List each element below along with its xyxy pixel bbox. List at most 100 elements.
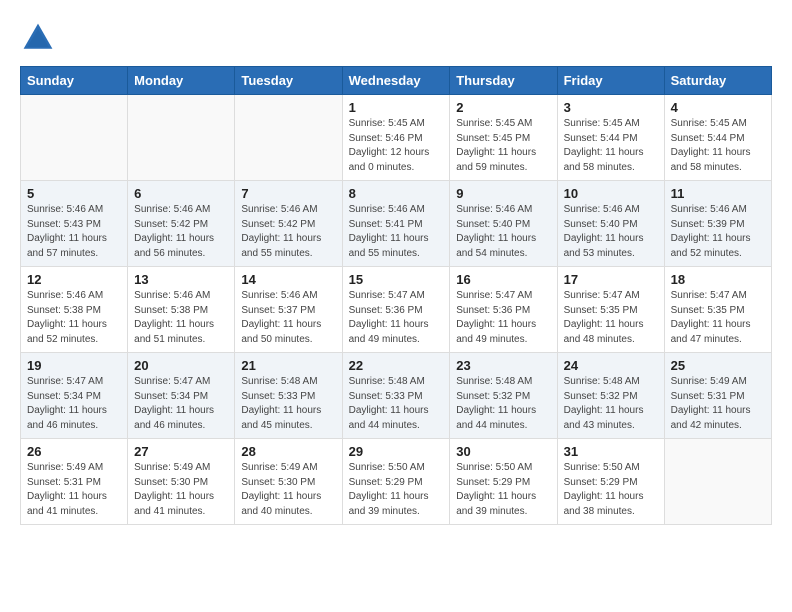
day-number: 1: [349, 100, 444, 115]
calendar-cell: 7 Sunrise: 5:46 AM Sunset: 5:42 PM Daylig…: [235, 181, 342, 267]
calendar-cell: 16 Sunrise: 5:47 AM Sunset: 5:36 PM Dayli…: [450, 267, 557, 353]
day-info: Sunrise: 5:50 AM Sunset: 5:29 PM Dayligh…: [564, 461, 658, 519]
page-header: [20, 20, 772, 56]
day-number: 24: [564, 358, 658, 373]
day-number: 15: [349, 272, 444, 287]
calendar-cell: 27 Sunrise: 5:49 AM Sunset: 5:30 PM Dayli…: [128, 439, 235, 525]
calendar-cell: 20 Sunrise: 5:47 AM Sunset: 5:34 PM Dayli…: [128, 353, 235, 439]
calendar-week-row: 19 Sunrise: 5:47 AM Sunset: 5:34 PM Dayli…: [21, 353, 772, 439]
day-number: 19: [27, 358, 121, 373]
day-info: Sunrise: 5:46 AM Sunset: 5:42 PM Dayligh…: [241, 203, 335, 261]
day-number: 10: [564, 186, 658, 201]
day-number: 16: [456, 272, 550, 287]
calendar-cell: 14Sunrise: 5:46 AM Sunset: 5:37 PM Dayli…: [235, 267, 342, 353]
day-number: 23: [456, 358, 550, 373]
day-info: Sunrise: 5:49 AM Sunset: 5:31 PM Dayligh…: [27, 461, 121, 519]
day-number: 17: [564, 272, 658, 287]
calendar-cell: 31 Sunrise: 5:50 AM Sunset: 5:29 PM Dayli…: [557, 439, 664, 525]
header-wednesday: Wednesday: [342, 67, 450, 95]
day-number: 26: [27, 444, 121, 459]
day-info: Sunrise: 5:50 AM Sunset: 5:29 PM Dayligh…: [349, 461, 444, 519]
calendar-cell: 25 Sunrise: 5:49 AM Sunset: 5:31 PM Dayli…: [664, 353, 771, 439]
day-number: 8: [349, 186, 444, 201]
day-number: 31: [564, 444, 658, 459]
day-info: Sunrise: 5:46 AM Sunset: 5:38 PM Dayligh…: [27, 289, 121, 347]
day-info: Sunrise: 5:48 AM Sunset: 5:33 PM Dayligh…: [349, 375, 444, 433]
day-number: 9: [456, 186, 550, 201]
day-info: Sunrise: 5:46 AM Sunset: 5:41 PM Dayligh…: [349, 203, 444, 261]
calendar-cell: 18 Sunrise: 5:47 AM Sunset: 5:35 PM Dayli…: [664, 267, 771, 353]
day-number: 27: [134, 444, 228, 459]
day-number: 11: [671, 186, 765, 201]
day-info: Sunrise: 5:47 AM Sunset: 5:36 PM Dayligh…: [456, 289, 550, 347]
day-number: 5: [27, 186, 121, 201]
day-info: Sunrise: 5:48 AM Sunset: 5:32 PM Dayligh…: [564, 375, 658, 433]
calendar-cell: 11 Sunrise: 5:46 AM Sunset: 5:39 PM Dayli…: [664, 181, 771, 267]
day-number: 18: [671, 272, 765, 287]
day-info: Sunrise: 5:49 AM Sunset: 5:31 PM Dayligh…: [671, 375, 765, 433]
calendar-cell: 13 Sunrise: 5:46 AM Sunset: 5:38 PM Dayli…: [128, 267, 235, 353]
calendar-week-row: 12 Sunrise: 5:46 AM Sunset: 5:38 PM Dayli…: [21, 267, 772, 353]
day-info: Sunrise: 5:47 AM Sunset: 5:34 PM Dayligh…: [27, 375, 121, 433]
day-info: Sunrise: 5:46 AM Sunset: 5:40 PM Dayligh…: [564, 203, 658, 261]
day-info: Sunrise: 5:45 AM Sunset: 5:46 PM Dayligh…: [349, 117, 444, 175]
calendar-cell: 6Sunrise: 5:46 AM Sunset: 5:42 PM Daylig…: [128, 181, 235, 267]
day-number: 7: [241, 186, 335, 201]
day-number: 2: [456, 100, 550, 115]
header-saturday: Saturday: [664, 67, 771, 95]
day-info: Sunrise: 5:46 AM Sunset: 5:42 PM Dayligh…: [134, 203, 228, 261]
day-number: 12: [27, 272, 121, 287]
day-info: Sunrise: 5:49 AM Sunset: 5:30 PM Dayligh…: [241, 461, 335, 519]
header-sunday: Sunday: [21, 67, 128, 95]
day-number: 28: [241, 444, 335, 459]
calendar-cell: 5Sunrise: 5:46 AM Sunset: 5:43 PM Daylig…: [21, 181, 128, 267]
day-info: Sunrise: 5:49 AM Sunset: 5:30 PM Dayligh…: [134, 461, 228, 519]
logo-icon: [20, 20, 56, 56]
day-info: Sunrise: 5:46 AM Sunset: 5:40 PM Dayligh…: [456, 203, 550, 261]
calendar-cell: 4Sunrise: 5:45 AM Sunset: 5:44 PM Daylig…: [664, 95, 771, 181]
calendar-week-row: 26 Sunrise: 5:49 AM Sunset: 5:31 PM Dayli…: [21, 439, 772, 525]
calendar-cell: [128, 95, 235, 181]
day-info: Sunrise: 5:50 AM Sunset: 5:29 PM Dayligh…: [456, 461, 550, 519]
day-info: Sunrise: 5:48 AM Sunset: 5:33 PM Dayligh…: [241, 375, 335, 433]
day-number: 21: [241, 358, 335, 373]
calendar-header-row: SundayMondayTuesdayWednesdayThursdayFrid…: [21, 67, 772, 95]
day-info: Sunrise: 5:46 AM Sunset: 5:38 PM Dayligh…: [134, 289, 228, 347]
calendar-cell: 12 Sunrise: 5:46 AM Sunset: 5:38 PM Dayli…: [21, 267, 128, 353]
day-info: Sunrise: 5:47 AM Sunset: 5:35 PM Dayligh…: [564, 289, 658, 347]
day-info: Sunrise: 5:46 AM Sunset: 5:37 PM Dayligh…: [241, 289, 335, 347]
calendar-table: SundayMondayTuesdayWednesdayThursdayFrid…: [20, 66, 772, 525]
calendar-cell: 23Sunrise: 5:48 AM Sunset: 5:32 PM Dayli…: [450, 353, 557, 439]
calendar-cell: 1 Sunrise: 5:45 AM Sunset: 5:46 PM Daylig…: [342, 95, 450, 181]
day-number: 30: [456, 444, 550, 459]
day-info: Sunrise: 5:45 AM Sunset: 5:45 PM Dayligh…: [456, 117, 550, 175]
day-number: 3: [564, 100, 658, 115]
day-info: Sunrise: 5:46 AM Sunset: 5:39 PM Dayligh…: [671, 203, 765, 261]
day-number: 20: [134, 358, 228, 373]
day-number: 25: [671, 358, 765, 373]
calendar-cell: 24 Sunrise: 5:48 AM Sunset: 5:32 PM Dayli…: [557, 353, 664, 439]
calendar-cell: 21 Sunrise: 5:48 AM Sunset: 5:33 PM Dayli…: [235, 353, 342, 439]
day-info: Sunrise: 5:47 AM Sunset: 5:36 PM Dayligh…: [349, 289, 444, 347]
calendar-cell: 9 Sunrise: 5:46 AM Sunset: 5:40 PM Daylig…: [450, 181, 557, 267]
calendar-cell: 30 Sunrise: 5:50 AM Sunset: 5:29 PM Dayli…: [450, 439, 557, 525]
day-number: 22: [349, 358, 444, 373]
day-number: 13: [134, 272, 228, 287]
calendar-cell: 19 Sunrise: 5:47 AM Sunset: 5:34 PM Dayli…: [21, 353, 128, 439]
calendar-cell: 22 Sunrise: 5:48 AM Sunset: 5:33 PM Dayli…: [342, 353, 450, 439]
calendar-cell: 3Sunrise: 5:45 AM Sunset: 5:44 PM Daylig…: [557, 95, 664, 181]
day-info: Sunrise: 5:45 AM Sunset: 5:44 PM Dayligh…: [671, 117, 765, 175]
header-friday: Friday: [557, 67, 664, 95]
calendar-cell: 2 Sunrise: 5:45 AM Sunset: 5:45 PM Daylig…: [450, 95, 557, 181]
calendar-week-row: 1 Sunrise: 5:45 AM Sunset: 5:46 PM Daylig…: [21, 95, 772, 181]
day-info: Sunrise: 5:47 AM Sunset: 5:34 PM Dayligh…: [134, 375, 228, 433]
calendar-week-row: 5Sunrise: 5:46 AM Sunset: 5:43 PM Daylig…: [21, 181, 772, 267]
calendar-cell: 17 Sunrise: 5:47 AM Sunset: 5:35 PM Dayli…: [557, 267, 664, 353]
calendar-cell: 15 Sunrise: 5:47 AM Sunset: 5:36 PM Dayli…: [342, 267, 450, 353]
calendar-cell: 28 Sunrise: 5:49 AM Sunset: 5:30 PM Dayli…: [235, 439, 342, 525]
header-monday: Monday: [128, 67, 235, 95]
calendar-cell: 26 Sunrise: 5:49 AM Sunset: 5:31 PM Dayli…: [21, 439, 128, 525]
day-number: 29: [349, 444, 444, 459]
day-info: Sunrise: 5:47 AM Sunset: 5:35 PM Dayligh…: [671, 289, 765, 347]
calendar-cell: [664, 439, 771, 525]
